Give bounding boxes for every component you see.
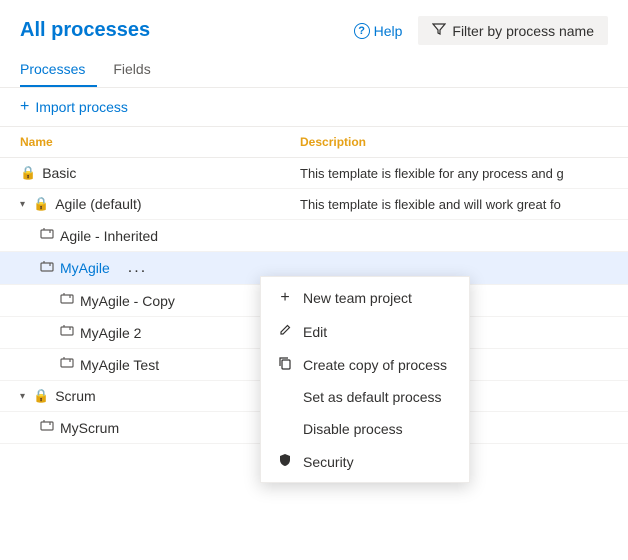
copy-icon: [277, 356, 293, 373]
row-desc-agile: This template is flexible and will work …: [300, 197, 608, 212]
menu-label-set-default: Set as default process: [303, 389, 442, 405]
row-label-scrum[interactable]: Scrum: [55, 388, 95, 404]
menu-item-security[interactable]: Security: [261, 445, 469, 478]
menu-item-set-default[interactable]: Set as default process: [261, 381, 469, 413]
menu-item-disable[interactable]: Disable process: [261, 413, 469, 445]
menu-label-new-team-project: New team project: [303, 290, 412, 306]
lock-icon: 🔒: [33, 196, 49, 212]
menu-item-new-team-project[interactable]: + New team project: [261, 281, 469, 315]
menu-item-edit[interactable]: Edit: [261, 315, 469, 348]
shield-icon: [277, 453, 293, 470]
process-icon: [60, 292, 74, 309]
chevron-down-icon: ▾: [20, 199, 25, 210]
row-name-agile: ▾ 🔒 Agile (default): [20, 196, 300, 212]
process-icon: [40, 419, 54, 436]
plus-icon: +: [277, 289, 293, 307]
row-label-myagile-copy[interactable]: MyAgile - Copy: [80, 293, 175, 309]
row-name-myscrum: MyScrum: [20, 419, 300, 436]
page-title: All processes: [20, 19, 150, 42]
header-actions: ? Help Filter by process name: [354, 16, 608, 45]
import-label: Import process: [35, 99, 128, 115]
col-desc-header: Description: [300, 135, 608, 149]
toolbar: + Import process: [0, 88, 628, 127]
lock-icon: 🔒: [33, 388, 49, 404]
context-menu: + New team project Edit Create copy of p…: [260, 276, 470, 483]
row-name-myagile-test: MyAgile Test: [20, 356, 300, 373]
menu-label-edit: Edit: [303, 324, 327, 340]
process-icon: [60, 324, 74, 341]
help-link[interactable]: ? Help: [354, 23, 403, 39]
row-desc-basic: This template is flexible for any proces…: [300, 166, 608, 181]
tab-bar: Processes Fields: [0, 53, 628, 88]
row-label-myagile-test[interactable]: MyAgile Test: [80, 357, 159, 373]
page-header: All processes ? Help Filter by process n…: [0, 0, 628, 53]
row-name-myagile-2: MyAgile 2: [20, 324, 300, 341]
menu-label-create-copy: Create copy of process: [303, 357, 447, 373]
row-label-agile-inherited[interactable]: Agile - Inherited: [60, 228, 158, 244]
tab-processes[interactable]: Processes: [20, 53, 97, 87]
row-name-myagile-copy: MyAgile - Copy: [20, 292, 300, 309]
col-name-header: Name: [20, 135, 300, 149]
filter-label: Filter by process name: [452, 23, 594, 39]
ellipsis-button[interactable]: ...: [124, 259, 151, 277]
row-label-myagile-2[interactable]: MyAgile 2: [80, 325, 141, 341]
plus-icon: +: [20, 98, 29, 116]
help-label: Help: [374, 23, 403, 39]
row-name-basic: 🔒 Basic: [20, 165, 300, 181]
filter-button[interactable]: Filter by process name: [418, 16, 608, 45]
lock-icon: 🔒: [20, 165, 36, 181]
process-icon: [40, 227, 54, 244]
process-icon: [60, 356, 74, 373]
help-circle-icon: ?: [354, 23, 370, 39]
import-process-button[interactable]: + Import process: [20, 98, 128, 116]
row-label-myscrum[interactable]: MyScrum: [60, 420, 119, 436]
table-header: Name Description: [0, 127, 628, 158]
row-label-basic[interactable]: Basic: [42, 165, 76, 181]
row-name-agile-inherited: Agile - Inherited: [20, 227, 300, 244]
pencil-icon: [277, 323, 293, 340]
table-row: MyAgile ... + New team project Edit Crea…: [0, 252, 628, 285]
row-label-agile[interactable]: Agile (default): [55, 196, 141, 212]
menu-item-create-copy[interactable]: Create copy of process: [261, 348, 469, 381]
process-icon: [40, 260, 54, 277]
menu-label-security: Security: [303, 454, 354, 470]
tab-fields[interactable]: Fields: [113, 53, 162, 87]
table-row: ▾ 🔒 Agile (default) This template is fle…: [0, 189, 628, 220]
row-name-scrum: ▾ 🔒 Scrum: [20, 388, 300, 404]
table-row: Agile - Inherited: [0, 220, 628, 252]
menu-label-disable: Disable process: [303, 421, 403, 437]
row-name-myagile: MyAgile ...: [20, 259, 300, 277]
row-label-myagile[interactable]: MyAgile: [60, 260, 110, 276]
chevron-down-icon: ▾: [20, 391, 25, 402]
filter-icon: [432, 22, 446, 39]
table-row: 🔒 Basic This template is flexible for an…: [0, 158, 628, 189]
